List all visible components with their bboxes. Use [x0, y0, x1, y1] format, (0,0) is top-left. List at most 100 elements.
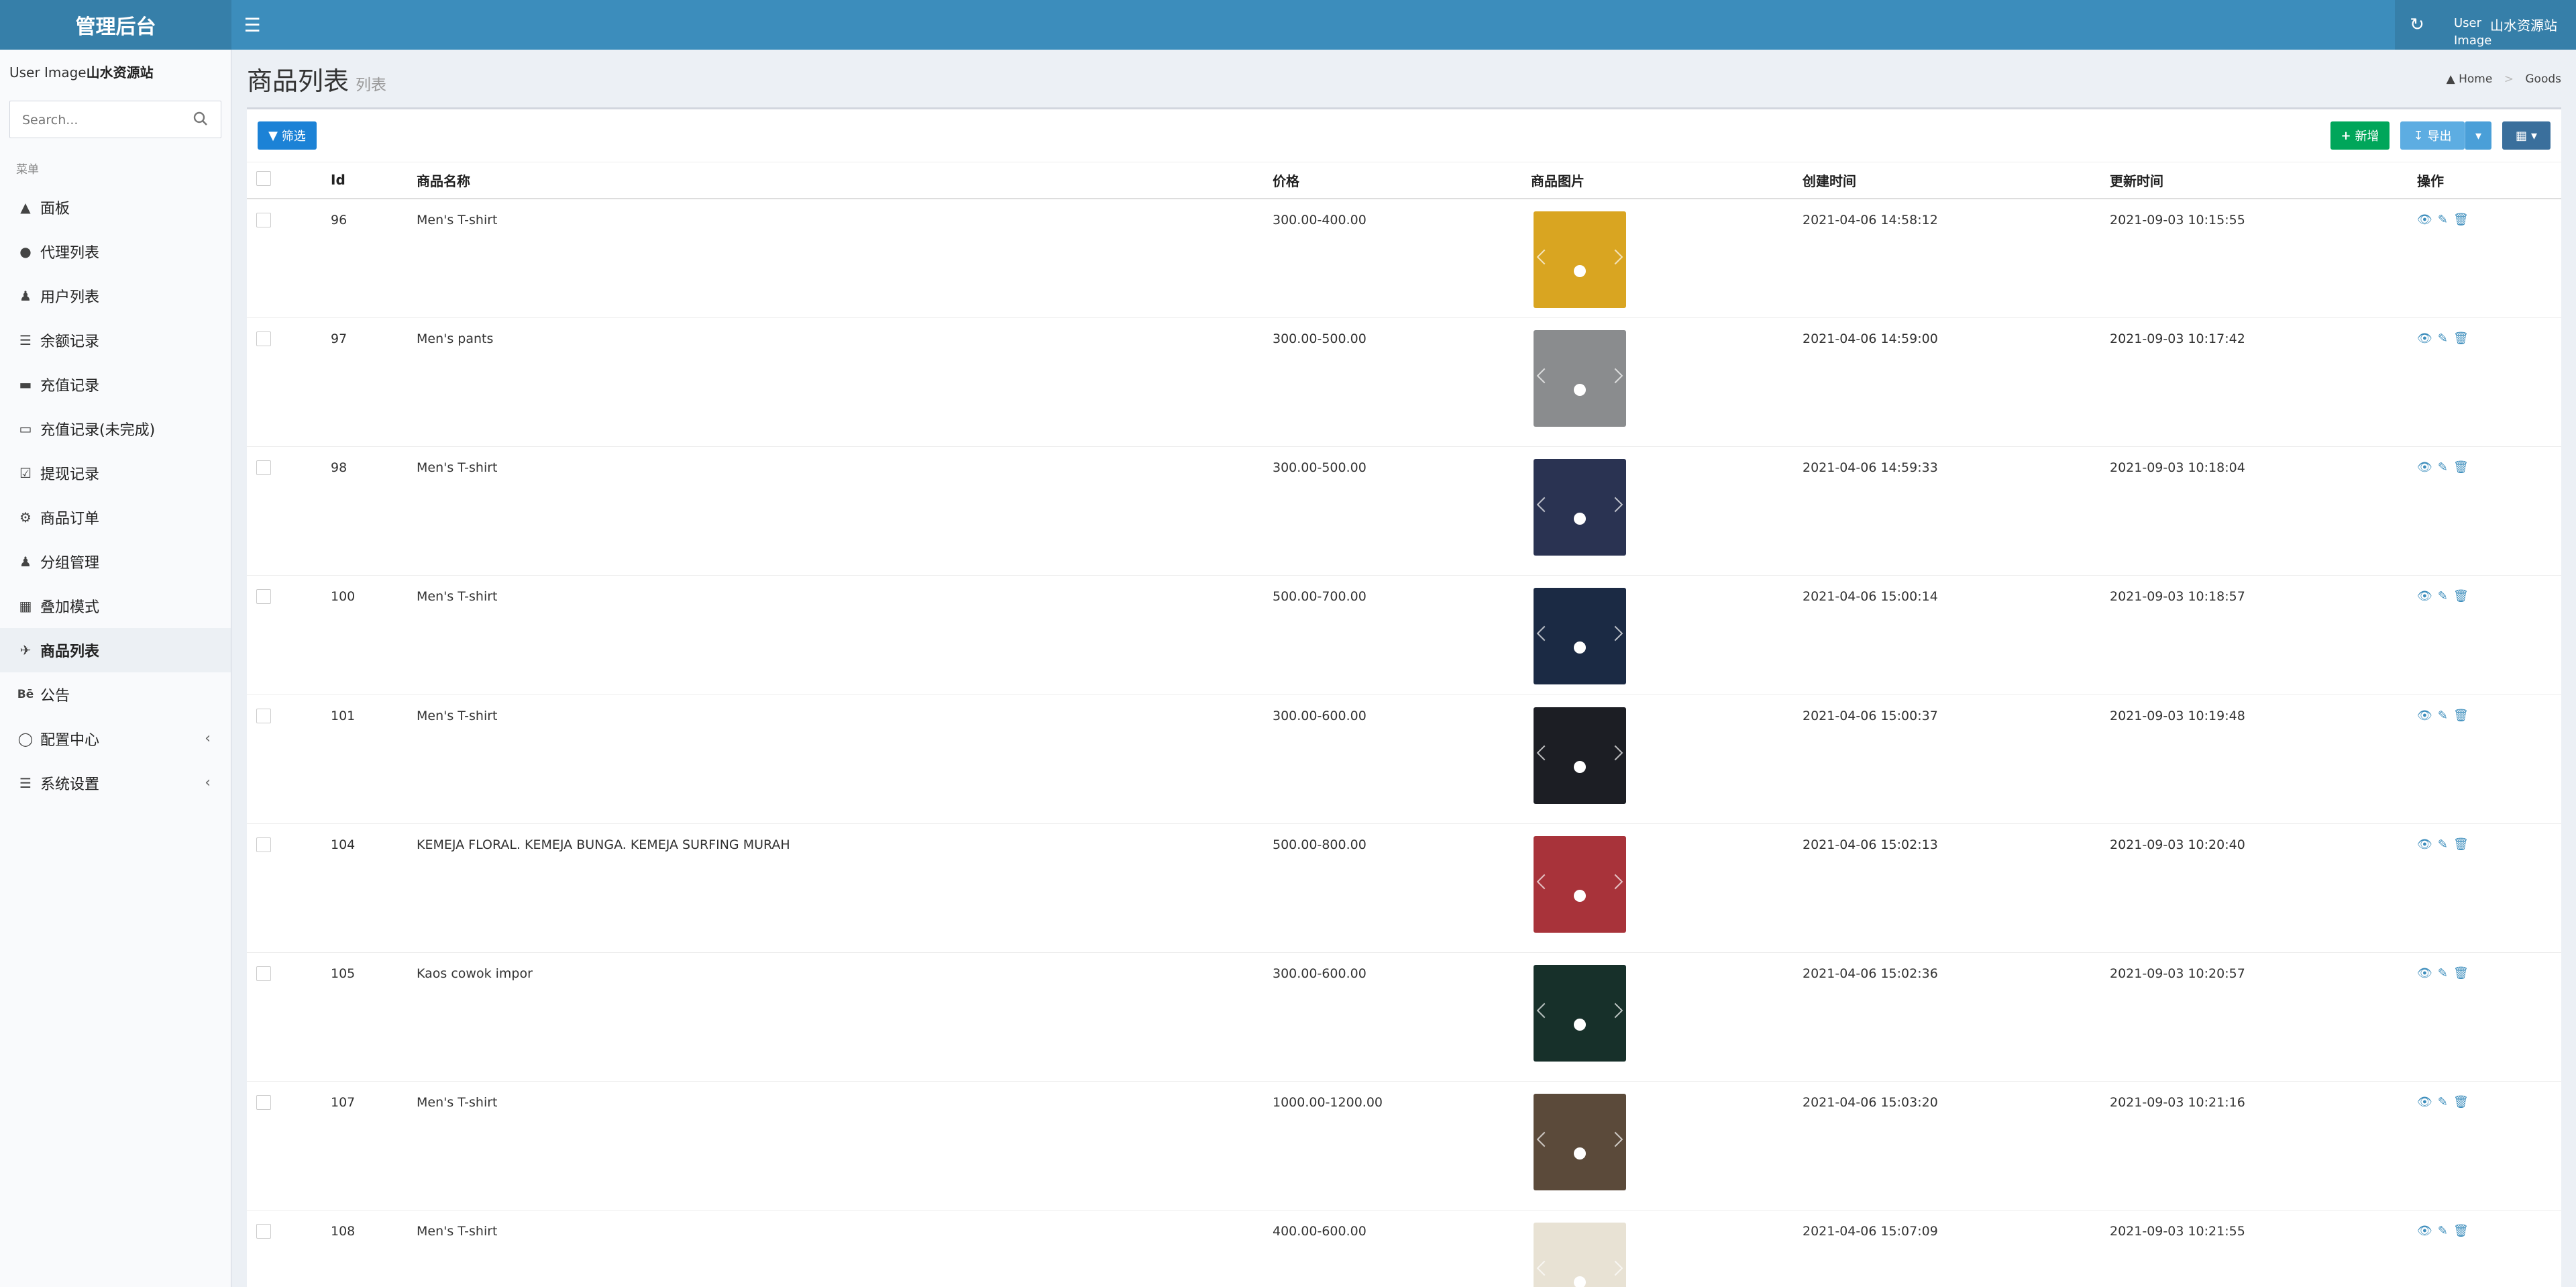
sidebar-item-overlay[interactable]: ▦ 叠加模式 — [0, 584, 231, 628]
product-image-carousel[interactable] — [1534, 1094, 1626, 1190]
delete-icon[interactable]: 🗑 — [2453, 837, 2469, 852]
row-checkbox[interactable] — [256, 1095, 271, 1110]
row-checkbox[interactable] — [256, 709, 271, 723]
column-header-name[interactable]: 商品名称 — [417, 162, 1273, 199]
column-header-id[interactable]: Id — [331, 162, 417, 199]
product-image-carousel[interactable] — [1534, 836, 1626, 933]
edit-icon[interactable]: ✎ — [2438, 709, 2448, 723]
delete-icon[interactable]: 🗑 — [2453, 589, 2469, 603]
product-image-carousel[interactable] — [1534, 707, 1626, 804]
delete-icon[interactable]: 🗑 — [2453, 460, 2469, 474]
sidebar-item-recharge[interactable]: ▬ 充值记录 — [0, 362, 231, 407]
export-dropdown-toggle[interactable]: ▾ — [2465, 121, 2491, 150]
delete-icon[interactable]: 🗑 — [2453, 1095, 2469, 1109]
columns-toggle-button[interactable]: ▦ ▾ — [2502, 121, 2551, 150]
edit-icon[interactable]: ✎ — [2438, 1224, 2448, 1238]
carousel-indicator[interactable] — [1574, 1276, 1586, 1287]
table-row[interactable]: 108 Men's T-shirt 400.00-600.00 2021-04-06 … — [247, 1210, 2561, 1287]
edit-icon[interactable]: ✎ — [2438, 589, 2448, 603]
carousel-prev-icon[interactable] — [1536, 1002, 1552, 1019]
carousel-prev-icon[interactable] — [1536, 368, 1552, 384]
carousel-next-icon[interactable] — [1607, 368, 1623, 384]
carousel-prev-icon[interactable] — [1536, 1260, 1552, 1276]
view-icon[interactable]: 👁 — [2417, 966, 2432, 980]
sidebar-toggle-button[interactable]: ☰ — [231, 0, 273, 50]
carousel-prev-icon[interactable] — [1536, 1131, 1552, 1147]
search-icon[interactable] — [193, 111, 210, 128]
edit-icon[interactable]: ✎ — [2438, 331, 2448, 346]
sidebar-item-config[interactable]: ◯ 配置中心 ‹ — [0, 717, 231, 761]
edit-icon[interactable]: ✎ — [2438, 1095, 2448, 1109]
sidebar-item-orders[interactable]: ⚙ 商品订单 — [0, 495, 231, 539]
view-icon[interactable]: 👁 — [2417, 460, 2432, 474]
view-icon[interactable]: 👁 — [2417, 331, 2432, 346]
row-checkbox[interactable] — [256, 589, 271, 604]
table-row[interactable]: 107 Men's T-shirt 1000.00-1200.00 2021-04-0… — [247, 1081, 2561, 1211]
table-row[interactable]: 97 Men's pants 300.00-500.00 2021-04-06 14:… — [247, 317, 2561, 447]
carousel-indicator[interactable] — [1574, 761, 1586, 773]
carousel-next-icon[interactable] — [1607, 625, 1623, 641]
filter-button[interactable]: ▼ 筛选 — [258, 121, 317, 150]
delete-icon[interactable]: 🗑 — [2453, 966, 2469, 980]
table-row[interactable]: 98 Men's T-shirt 300.00-500.00 2021-04-06 1… — [247, 446, 2561, 576]
carousel-indicator[interactable] — [1574, 890, 1586, 902]
view-icon[interactable]: 👁 — [2417, 213, 2432, 227]
view-icon[interactable]: 👁 — [2417, 1224, 2432, 1238]
view-icon[interactable]: 👁 — [2417, 589, 2432, 603]
sidebar-item-settings[interactable]: ☰ 系统设置 ‹ — [0, 761, 231, 805]
carousel-next-icon[interactable] — [1607, 1260, 1623, 1276]
sidebar-item-balance[interactable]: ☰ 余额记录 — [0, 318, 231, 362]
row-checkbox[interactable] — [256, 1224, 271, 1239]
app-logo[interactable]: 管理后台 — [0, 0, 231, 50]
carousel-prev-icon[interactable] — [1536, 874, 1552, 890]
sidebar-item-dashboard[interactable]: ▲ 面板 — [0, 185, 231, 229]
column-header-updated[interactable]: 更新时间 — [2110, 162, 2417, 199]
carousel-next-icon[interactable] — [1607, 745, 1623, 761]
carousel-next-icon[interactable] — [1607, 497, 1623, 513]
carousel-prev-icon[interactable] — [1536, 745, 1552, 761]
user-menu[interactable]: User Image 山水资源站 — [2439, 0, 2576, 50]
view-icon[interactable]: 👁 — [2417, 1095, 2432, 1109]
carousel-prev-icon[interactable] — [1536, 625, 1552, 641]
add-button[interactable]: + 新增 — [2330, 121, 2390, 150]
edit-icon[interactable]: ✎ — [2438, 966, 2448, 980]
sidebar-item-users[interactable]: ♟ 用户列表 — [0, 274, 231, 318]
sidebar-item-notice[interactable]: Bē 公告 — [0, 672, 231, 717]
carousel-indicator[interactable] — [1574, 1147, 1586, 1160]
product-image-carousel[interactable] — [1534, 965, 1626, 1062]
product-image-carousel[interactable] — [1534, 211, 1626, 308]
edit-icon[interactable]: ✎ — [2438, 213, 2448, 227]
edit-icon[interactable]: ✎ — [2438, 837, 2448, 852]
carousel-indicator[interactable] — [1574, 384, 1586, 396]
carousel-indicator[interactable] — [1574, 264, 1586, 277]
view-icon[interactable]: 👁 — [2417, 837, 2432, 852]
row-checkbox[interactable] — [256, 212, 271, 227]
sidebar-item-groups[interactable]: ♟ 分组管理 — [0, 539, 231, 584]
row-checkbox[interactable] — [256, 460, 271, 475]
table-row[interactable]: 100 Men's T-shirt 500.00-700.00 2021-04-06 … — [247, 575, 2561, 695]
sidebar-item-recharge-pending[interactable]: ▭ 充值记录(未完成) — [0, 407, 231, 451]
delete-icon[interactable]: 🗑 — [2453, 709, 2469, 723]
table-row[interactable]: 104 KEMEJA FLORAL. KEMEJA BUNGA. KEMEJA S… — [247, 823, 2561, 953]
row-checkbox[interactable] — [256, 837, 271, 852]
carousel-next-icon[interactable] — [1607, 1131, 1623, 1147]
carousel-next-icon[interactable] — [1607, 1002, 1623, 1019]
breadcrumb-home[interactable]: Home — [2459, 72, 2492, 86]
sidebar-item-goods[interactable]: ✈ 商品列表 — [0, 628, 231, 672]
carousel-indicator[interactable] — [1574, 513, 1586, 525]
table-row[interactable]: 101 Men's T-shirt 300.00-600.00 2021-04-06 … — [247, 694, 2561, 824]
carousel-next-icon[interactable] — [1607, 874, 1623, 890]
row-checkbox[interactable] — [256, 331, 271, 346]
search-input[interactable] — [22, 111, 190, 130]
carousel-prev-icon[interactable] — [1536, 497, 1552, 513]
product-image-carousel[interactable] — [1534, 459, 1626, 556]
select-all-checkbox[interactable] — [256, 170, 271, 186]
column-header-price[interactable]: 价格 — [1273, 162, 1531, 199]
table-row[interactable]: 96 Men's T-shirt 300.00-400.00 2021-04-06 1… — [247, 198, 2561, 318]
delete-icon[interactable]: 🗑 — [2453, 1224, 2469, 1238]
carousel-prev-icon[interactable] — [1536, 249, 1552, 264]
row-checkbox[interactable] — [256, 966, 271, 981]
delete-icon[interactable]: 🗑 — [2453, 213, 2469, 227]
refresh-button[interactable]: ↻ — [2395, 0, 2439, 50]
carousel-next-icon[interactable] — [1607, 249, 1623, 264]
